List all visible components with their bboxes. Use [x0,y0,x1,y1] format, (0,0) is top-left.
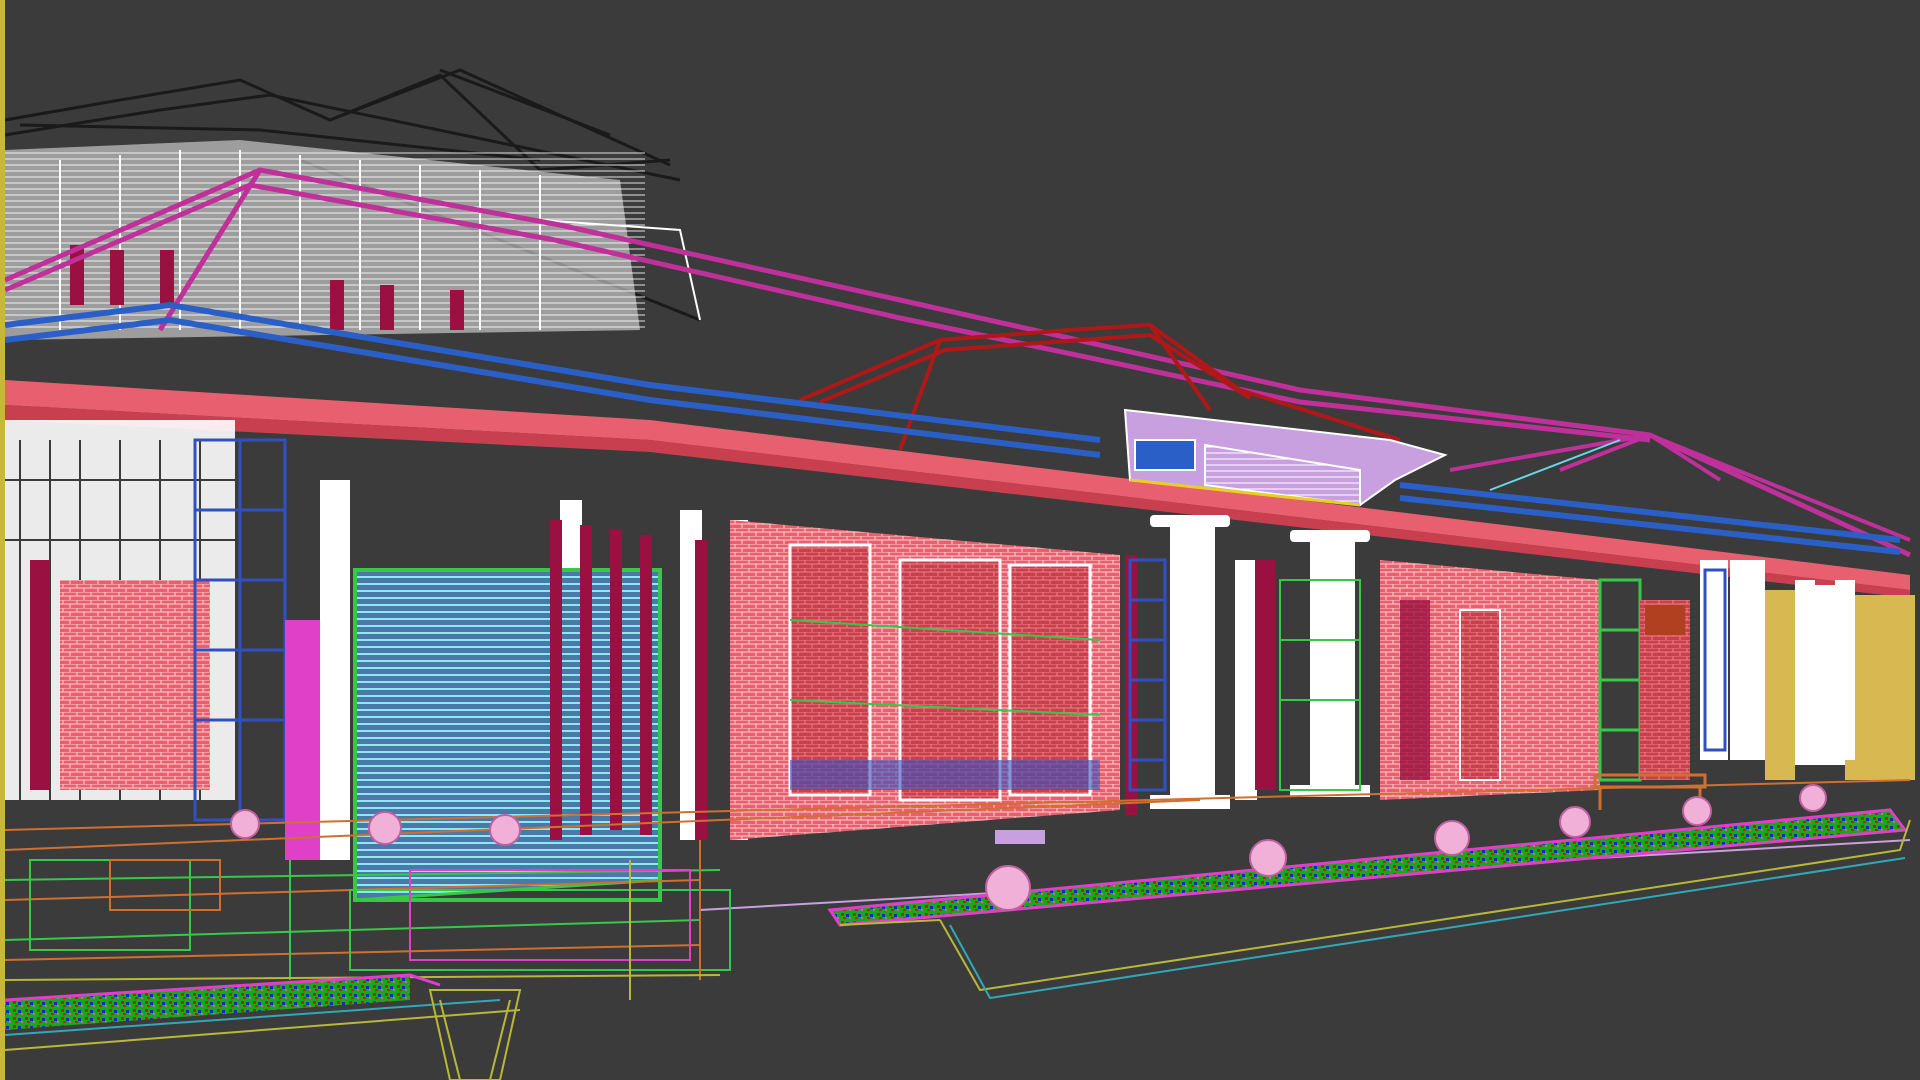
portico-columns [1150,515,1370,809]
3d-viewport[interactable] [0,0,1920,1080]
wireframe-scene [4,68,1915,1080]
left-wing [5,420,235,800]
center-facade [730,520,1137,840]
right-facade [1380,560,1728,800]
cyan-roof-line [1489,439,1621,491]
active-viewport-border [0,0,5,1080]
